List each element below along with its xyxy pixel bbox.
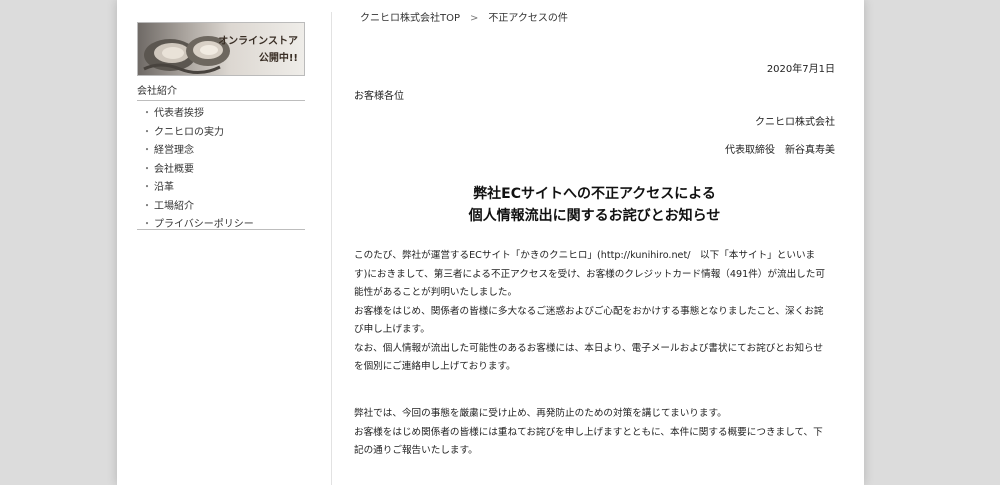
notice-representative: 代表取締役 新谷真寿美 (725, 145, 835, 156)
breadcrumb-separator: > (470, 13, 479, 24)
paragraph-line: 弊社では、今回の事態を厳粛に受け止め、再発防止のための対策を講じてまいります。 (354, 408, 727, 419)
paragraph-line: お客様をはじめ関係者の皆様には重ねてお詫びを申し上げますとともに、本件に関する概… (354, 426, 823, 438)
bullet-icon: ・ (142, 182, 152, 193)
notice-title: 弊社ECサイトへの不正アクセスによる 個人情報流出に関するお詫びとお知らせ (354, 183, 835, 227)
banner-text: オンラインストア 公開中!! (218, 33, 298, 67)
paragraph-line: 能性があることが判明いたしました。 (354, 287, 518, 298)
sidebar-item-factory[interactable]: ・工場紹介 (137, 198, 305, 217)
paragraph-line: お客様をはじめ、関係者の皆様に多大なるご迷惑およびご心配をおかけする事態となりま… (354, 305, 824, 317)
breadcrumb-current: 不正アクセスの件 (488, 13, 568, 24)
sidebar-item-label: 代表者挨拶 (154, 108, 204, 119)
sidebar-item-history[interactable]: ・沿革 (137, 179, 305, 198)
notice-company: クニヒロ株式会社 (755, 117, 835, 128)
notice-title-line1: 弊社ECサイトへの不正アクセスによる (473, 186, 716, 202)
paragraph-line: す)におきまして、第三者による不正アクセスを受け、お客様のクレジットカード情報（… (354, 268, 825, 280)
sidebar-item-label: クニヒロの実力 (154, 126, 224, 138)
paragraph-line: 記の通りご報告いたします。 (354, 445, 478, 456)
column-divider (331, 12, 332, 485)
sidebar-heading: 会社紹介 (137, 85, 305, 101)
sidebar-menu: ・代表者挨拶 ・クニヒロの実力 ・経営理念 ・会社概要 ・沿革 ・工場紹介 ・プ… (137, 105, 305, 235)
breadcrumb-home-link[interactable]: クニヒロ株式会社TOP (360, 13, 460, 24)
sidebar-item-strength[interactable]: ・クニヒロの実力 (137, 124, 305, 143)
notice-salutation: お客様各位 (354, 91, 404, 102)
banner-line1: オンラインストア (218, 36, 298, 47)
breadcrumb: クニヒロ株式会社TOP > 不正アクセスの件 (360, 12, 568, 26)
paragraph-line: なお、個人情報が流出した可能性のあるお客様には、本日より、電子メールおよび書状に… (354, 342, 824, 354)
sidebar-item-philosophy[interactable]: ・経営理念 (137, 142, 305, 161)
sidebar-item-overview[interactable]: ・会社概要 (137, 161, 305, 180)
bullet-icon: ・ (142, 200, 152, 212)
paragraph-line: を個別にご連絡申し上げております。 (354, 361, 516, 372)
bullet-icon: ・ (142, 163, 152, 175)
notice-paragraph-1: このたび、弊社が運営するECサイト「かきのクニヒロ」(http://kunihi… (354, 247, 835, 377)
paragraph-line: び申し上げます。 (354, 324, 430, 335)
notice-date: 2020年7月1日 (766, 64, 835, 75)
sidebar-item-label: 沿革 (154, 182, 174, 193)
paragraph-line: このたび、弊社が運営するECサイト「かきのクニヒロ」(http://kunihi… (354, 250, 816, 261)
bullet-icon: ・ (142, 126, 152, 138)
sidebar-item-label: 会社概要 (154, 163, 194, 175)
sidebar-item-greeting[interactable]: ・代表者挨拶 (137, 105, 305, 124)
banner-line2: 公開中!! (258, 53, 298, 64)
notice-title-line2: 個人情報流出に関するお詫びとお知らせ (468, 208, 721, 224)
bullet-icon: ・ (142, 108, 152, 119)
sidebar-item-label: 経営理念 (154, 145, 194, 156)
page-container: オンラインストア 公開中!! 会社紹介 ・代表者挨拶 ・クニヒロの実力 ・経営理… (117, 0, 864, 485)
online-store-banner[interactable]: オンラインストア 公開中!! (137, 22, 305, 76)
sidebar-divider (137, 229, 305, 230)
notice-paragraph-2: 弊社では、今回の事態を厳粛に受け止め、再発防止のための対策を講じてまいります。 … (354, 405, 835, 461)
sidebar-item-label: 工場紹介 (154, 200, 194, 212)
bullet-icon: ・ (142, 145, 152, 156)
sidebar-item-privacy[interactable]: ・プライバシーポリシー (137, 216, 305, 235)
